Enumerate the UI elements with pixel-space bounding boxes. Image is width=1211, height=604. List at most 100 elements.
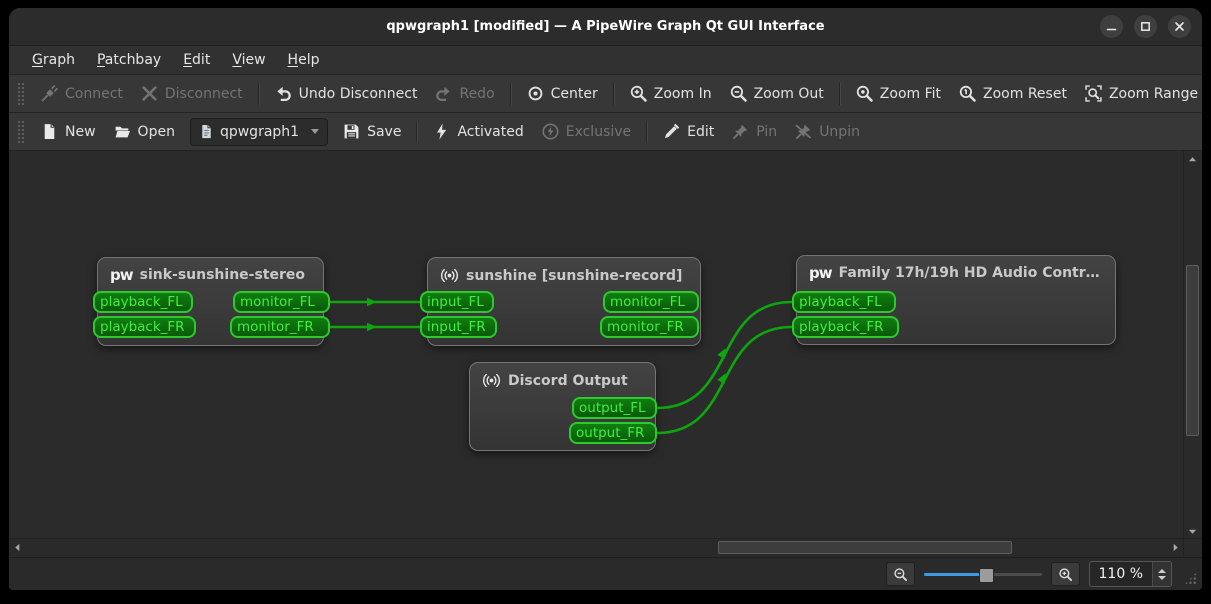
window-resize-grip[interactable] <box>1184 572 1197 585</box>
activated-label: Activated <box>457 123 524 140</box>
menu-graph[interactable]: Graph <box>21 49 86 71</box>
minimize-button[interactable] <box>1100 15 1123 38</box>
scroll-left-button[interactable] <box>9 539 26 555</box>
port-family-playback-fl[interactable]: playback_FL <box>792 291 896 313</box>
toolbar-separator <box>257 82 260 105</box>
scroll-right-button[interactable] <box>1167 539 1184 555</box>
horizontal-scrollbar[interactable] <box>9 538 1184 557</box>
arrow-right-icon <box>1173 543 1178 551</box>
node-header: pw sink-sunshine-stereo <box>98 258 323 284</box>
menu-edit[interactable]: Edit <box>172 49 221 71</box>
port-sink-monitor-fl[interactable]: monitor_FL <box>233 291 330 313</box>
toolbar-drag-handle[interactable] <box>17 119 24 144</box>
pipewire-icon: pw <box>110 266 134 284</box>
menu-view[interactable]: View <box>221 49 276 71</box>
scroll-down-button[interactable] <box>1184 523 1201 539</box>
wire-arrow <box>717 348 726 359</box>
graph-canvas[interactable]: pw sink-sunshine-stereo sunshine [sunshi… <box>9 151 1184 539</box>
pin-icon <box>733 124 748 139</box>
node-title: sunshine [sunshine-record] <box>466 267 683 284</box>
zoom-in-button[interactable]: Zoom In <box>621 80 721 107</box>
save-label: Save <box>367 123 402 140</box>
spin-up-icon[interactable] <box>1158 568 1166 573</box>
arrow-up-icon <box>1188 156 1197 161</box>
connect-button[interactable]: Connect <box>32 80 132 107</box>
connect-icon <box>41 85 58 102</box>
save-icon <box>344 124 359 139</box>
vertical-scroll-thumb[interactable] <box>1186 265 1199 436</box>
edit-button[interactable]: Edit <box>654 118 723 145</box>
new-button[interactable]: New <box>32 118 105 145</box>
menu-patchbay[interactable]: Patchbay <box>86 49 172 71</box>
undo-label: Undo Disconnect <box>298 85 418 102</box>
spinbox-arrows[interactable] <box>1152 562 1171 586</box>
zoom-reset-button[interactable]: Zoom Reset <box>950 80 1076 107</box>
patchbay-file-icon <box>202 124 211 139</box>
zoom-range-label: Zoom Range <box>1108 85 1199 102</box>
pin-label: Pin <box>756 123 778 140</box>
port-discord-output-fr[interactable]: output_FR <box>569 422 657 444</box>
graph-toolbar: Connect Disconnect Undo Disconnect Redo … <box>9 74 1202 112</box>
zoom-reset-icon <box>959 85 976 102</box>
zoom-slider-filled-track <box>923 572 986 576</box>
edit-pencil-icon <box>665 124 680 139</box>
toolbar-separator <box>612 82 615 105</box>
pipewire-icon: pw <box>809 264 833 282</box>
activated-button[interactable]: Activated <box>424 118 532 145</box>
center-label: Center <box>550 85 598 102</box>
node-header: Discord Output <box>470 363 655 390</box>
unpin-label: Unpin <box>819 123 860 140</box>
horizontal-scroll-thumb[interactable] <box>718 541 1012 554</box>
port-sink-playback-fr[interactable]: playback_FR <box>93 316 196 338</box>
menu-bar: Graph Patchbay Edit View Help <box>9 45 1202 74</box>
zoom-fit-icon <box>856 85 873 102</box>
connect-label: Connect <box>65 85 123 102</box>
zoom-in-label: Zoom In <box>653 85 712 102</box>
patchbay-profile-selector[interactable]: qpwgraph1 <box>189 117 329 146</box>
vertical-scrollbar[interactable] <box>1183 151 1202 539</box>
zoom-fit-button[interactable]: Zoom Fit <box>847 80 950 107</box>
statusbar-zoom-in-button[interactable] <box>1050 562 1080 586</box>
port-sunshine-input-fr[interactable]: input_FR <box>420 316 497 338</box>
redo-button[interactable]: Redo <box>426 80 503 107</box>
zoom-in-icon <box>1058 567 1072 581</box>
new-label: New <box>65 123 96 140</box>
port-sink-playback-fl[interactable]: playback_FL <box>93 291 193 313</box>
unpin-icon <box>795 124 811 139</box>
save-button[interactable]: Save <box>334 118 410 145</box>
zoom-out-icon <box>730 85 747 102</box>
zoom-spinbox[interactable]: 110 % <box>1088 561 1172 587</box>
port-discord-output-fl[interactable]: output_FL <box>572 397 657 419</box>
center-button[interactable]: Center <box>518 80 607 107</box>
port-sink-monitor-fr[interactable]: monitor_FR <box>230 316 330 338</box>
zoom-out-icon <box>893 567 907 581</box>
port-family-playback-fr[interactable]: playback_FR <box>792 316 899 338</box>
patchbay-toolbar: New Open qpwgraph1 Save Activated Exclus… <box>9 112 1202 150</box>
title-bar[interactable]: qpwgraph1 [modified] — A PipeWire Graph … <box>9 8 1202 45</box>
close-button[interactable] <box>1168 15 1191 38</box>
port-sunshine-monitor-fl[interactable]: monitor_FL <box>603 291 699 313</box>
undo-button[interactable]: Undo Disconnect <box>266 80 427 107</box>
port-sunshine-monitor-fr[interactable]: monitor_FR <box>600 316 699 338</box>
maximize-button[interactable] <box>1134 15 1157 38</box>
close-icon <box>1175 22 1184 31</box>
spin-down-icon[interactable] <box>1158 575 1166 580</box>
maximize-icon <box>1141 22 1150 31</box>
scroll-up-button[interactable] <box>1184 151 1201 167</box>
statusbar-zoom-out-button[interactable] <box>885 562 915 586</box>
toolbar-drag-handle[interactable] <box>17 81 24 106</box>
disconnect-label: Disconnect <box>164 85 243 102</box>
zoom-out-button[interactable]: Zoom Out <box>721 80 833 107</box>
port-sunshine-input-fl[interactable]: input_FL <box>420 291 494 313</box>
wire-arrow <box>367 322 377 332</box>
node-header: sunshine [sunshine-record] <box>428 258 700 285</box>
exclusive-button[interactable]: Exclusive <box>533 118 640 145</box>
zoom-slider[interactable] <box>923 567 1042 583</box>
zoom-range-button[interactable]: Zoom Range <box>1076 80 1202 107</box>
zoom-slider-handle[interactable] <box>978 567 994 583</box>
open-button[interactable]: Open <box>105 118 184 145</box>
pin-button[interactable]: Pin <box>723 118 786 145</box>
disconnect-button[interactable]: Disconnect <box>132 80 252 107</box>
unpin-button[interactable]: Unpin <box>786 118 869 145</box>
menu-help[interactable]: Help <box>277 49 331 71</box>
